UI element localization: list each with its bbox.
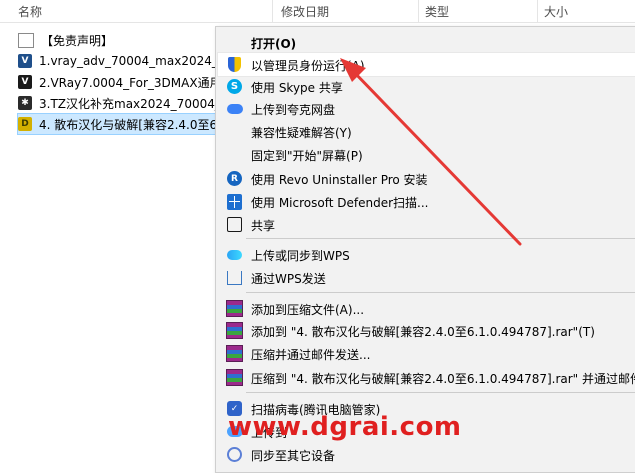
- column-header: 名称 修改日期 类型 大小: [0, 0, 635, 23]
- menu-item-add-archive[interactable]: 添加到压缩文件(A)...: [218, 297, 635, 320]
- menu-item-add-to-rar[interactable]: 添加到 "4. 散布汉化与破解[兼容2.4.0至6.1.0.494787].ra…: [218, 319, 635, 342]
- column-divider[interactable]: [418, 0, 419, 22]
- winrar-icon: [226, 322, 243, 339]
- archive-icon: D: [18, 117, 32, 131]
- menu-item-label: 压缩并通过邮件发送...: [251, 348, 371, 362]
- file-name: 1.vray_adv_70004_max2024_x6: [39, 54, 218, 68]
- menu-item-label: 通过WPS发送: [251, 272, 326, 286]
- menu-item-label: 上传到夸克网盘: [251, 103, 336, 117]
- file-row[interactable]: V 1.vray_adv_70004_max2024_x6: [18, 51, 218, 71]
- file-row[interactable]: 【免责声明】: [18, 30, 218, 50]
- menu-item-label: 压缩到 "4. 散布汉化与破解[兼容2.4.0至6.1.0.494787].ra…: [251, 372, 635, 386]
- file-row-selected[interactable]: D 4. 散布汉化与破解[兼容2.4.0至6.: [17, 113, 219, 135]
- file-name: 4. 散布汉化与破解[兼容2.4.0至6.: [39, 117, 218, 132]
- file-name: 2.VRay7.0004_For_3DMAX通用: [39, 75, 218, 90]
- menu-item-label: 共享: [251, 219, 276, 233]
- share-icon: [226, 216, 243, 233]
- file-row[interactable]: V 2.VRay7.0004_For_3DMAX通用: [18, 72, 218, 92]
- menu-item-compress-rar-email[interactable]: 压缩到 "4. 散布汉化与破解[兼容2.4.0至6.1.0.494787].ra…: [218, 366, 635, 389]
- file-name: 3.TZ汉化补充max2024_70004_V: [39, 96, 218, 111]
- column-modified[interactable]: 修改日期: [281, 3, 329, 20]
- column-divider[interactable]: [272, 0, 273, 22]
- wps-cloud-icon: [226, 246, 243, 263]
- menu-item-pin-start[interactable]: 固定到"开始"屏幕(P): [218, 143, 635, 166]
- menu-item-label: 使用 Skype 共享: [251, 81, 343, 95]
- cloud-icon: [226, 100, 243, 117]
- winrar-icon: [226, 300, 243, 317]
- menu-separator: [246, 292, 635, 293]
- column-size[interactable]: 大小: [544, 3, 568, 20]
- vray-icon: V: [18, 75, 32, 89]
- menu-item-skype-share[interactable]: S 使用 Skype 共享: [218, 75, 635, 98]
- menu-item-label: 使用 Revo Uninstaller Pro 安装: [251, 173, 428, 187]
- wps-send-icon: [226, 269, 243, 286]
- document-icon: [18, 32, 34, 48]
- menu-item-label: 兼容性疑难解答(Y): [251, 126, 352, 140]
- winrar-icon: [226, 369, 243, 386]
- uac-shield-icon: [226, 56, 243, 73]
- menu-item-label: 添加到压缩文件(A)...: [251, 303, 365, 317]
- menu-item-revo[interactable]: R 使用 Revo Uninstaller Pro 安装: [218, 167, 635, 190]
- tz-icon: ✱: [18, 96, 32, 110]
- menu-separator: [246, 392, 635, 393]
- menu-item-label: 上传或同步到WPS: [251, 249, 350, 263]
- defender-shield-icon: [226, 193, 243, 210]
- vray-icon: V: [18, 54, 32, 68]
- watermark: www.dgrai.com: [228, 412, 462, 442]
- menu-separator: [246, 238, 635, 239]
- menu-item-label: 打开(O): [251, 37, 297, 51]
- sync-icon: [226, 446, 243, 463]
- context-menu: 打开(O) 以管理员身份运行(A) S 使用 Skype 共享 上传到夸克网盘 …: [215, 26, 635, 473]
- winrar-icon: [226, 345, 243, 362]
- menu-item-compat-troubleshoot[interactable]: 兼容性疑难解答(Y): [218, 120, 635, 143]
- file-row[interactable]: ✱ 3.TZ汉化补充max2024_70004_V: [18, 93, 218, 113]
- menu-item-label: 以管理员身份运行(A): [251, 59, 365, 73]
- menu-item-wps-send[interactable]: 通过WPS发送: [218, 266, 635, 289]
- menu-item-label: 固定到"开始"屏幕(P): [251, 149, 363, 163]
- revo-uninstaller-icon: R: [226, 170, 243, 187]
- menu-item-label: 使用 Microsoft Defender扫描...: [251, 196, 429, 210]
- menu-item-wps-upload[interactable]: 上传或同步到WPS: [218, 243, 635, 266]
- menu-item-defender[interactable]: 使用 Microsoft Defender扫描...: [218, 190, 635, 213]
- file-name: 【免责声明】: [41, 33, 114, 48]
- menu-item-run-as-admin[interactable]: 以管理员身份运行(A): [217, 52, 635, 77]
- menu-item-share[interactable]: 共享: [218, 213, 635, 236]
- menu-item-sync-other[interactable]: 同步至其它设备: [218, 443, 635, 466]
- menu-item-label: 同步至其它设备: [251, 449, 336, 463]
- menu-item-upload-quark[interactable]: 上传到夸克网盘: [218, 97, 635, 120]
- menu-item-label: 添加到 "4. 散布汉化与破解[兼容2.4.0至6.1.0.494787].ra…: [251, 325, 595, 339]
- menu-item-compress-email[interactable]: 压缩并通过邮件发送...: [218, 342, 635, 365]
- column-type[interactable]: 类型: [425, 3, 449, 20]
- column-divider[interactable]: [537, 0, 538, 22]
- skype-icon: S: [226, 78, 243, 95]
- column-name[interactable]: 名称: [18, 3, 42, 20]
- menu-item-open[interactable]: 打开(O): [218, 31, 635, 54]
